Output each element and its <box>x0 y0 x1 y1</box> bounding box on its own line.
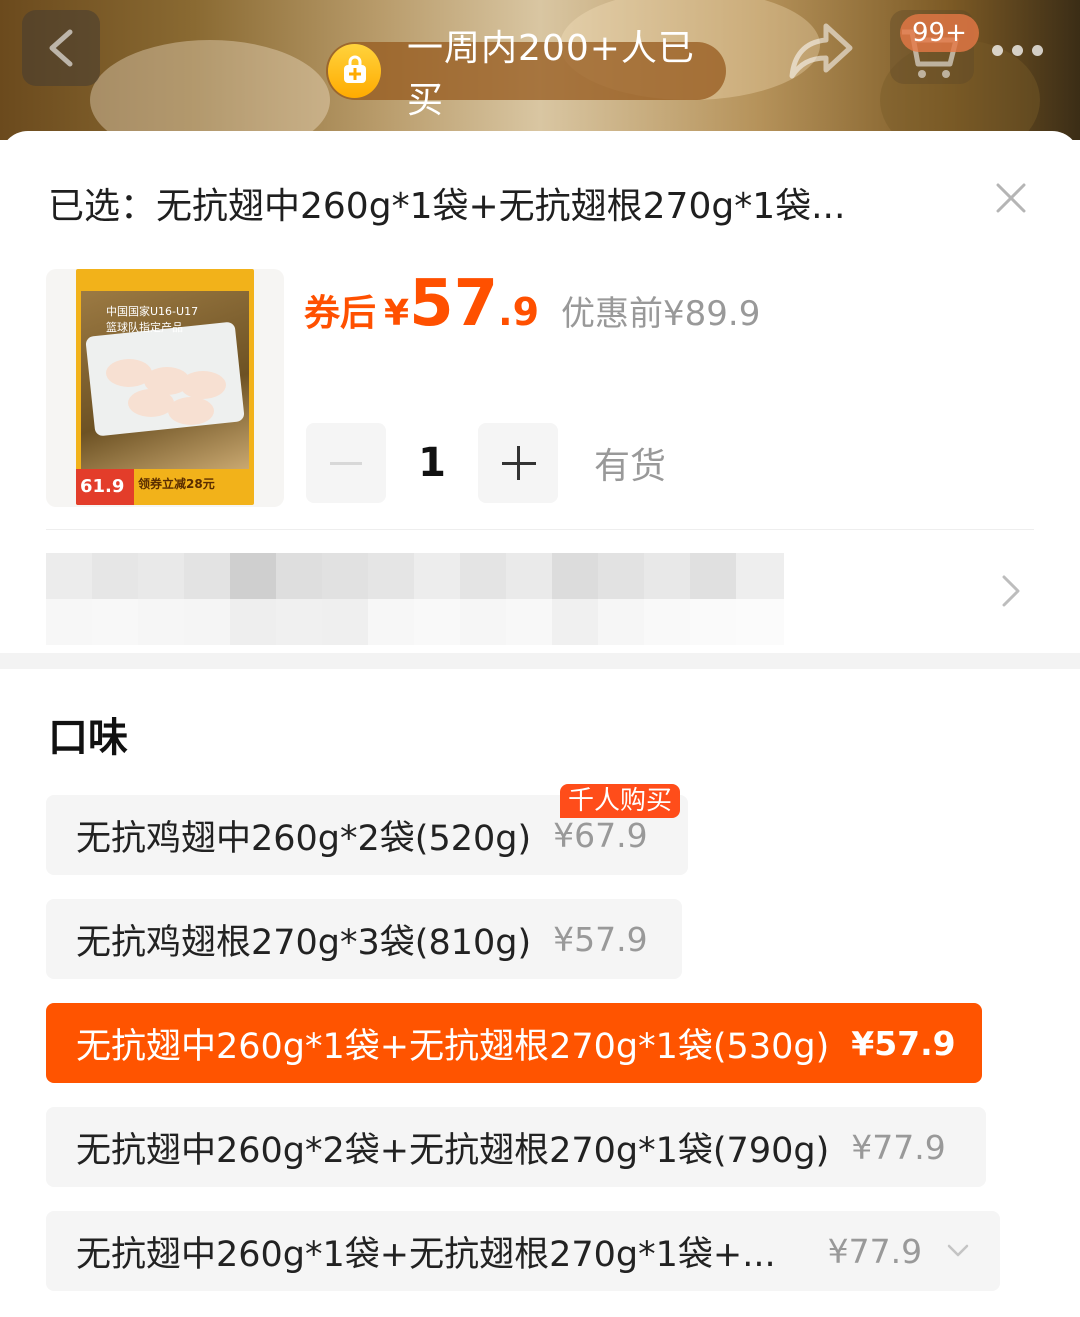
flavor-section-title: 口味 <box>48 715 128 761</box>
option-name: 无抗翅中260g*1袋+无抗翅根270g*1袋(530g) <box>76 1026 830 1067</box>
flavor-option[interactable]: 无抗翅中260g*2袋+无抗翅根270g*1袋(790g) ¥77.9 <box>46 1107 986 1187</box>
product-image: 中国国家U16-U17 篮球队指定产品 61.9 领券立减28元 <box>76 269 254 505</box>
selected-sku-summary: 已选：无抗翅中260g*1袋+无抗翅根270g*1袋... <box>48 186 846 227</box>
product-thumbnail[interactable]: 中国国家U16-U17 篮球队指定产品 61.9 领券立减28元 <box>46 269 284 507</box>
top-nav-bar: 一周内200+人已买 99+ <box>0 0 1080 140</box>
price-row: 券后 ¥ 57 .9 优惠前¥89.9 <box>304 267 761 341</box>
quantity-decrease-button[interactable] <box>306 423 386 503</box>
option-name: 无抗翅中260g*2袋+无抗翅根270g*1袋(790g) <box>76 1130 830 1171</box>
original-price: 优惠前¥89.9 <box>561 294 761 334</box>
option-price: ¥57.9 <box>851 1023 956 1063</box>
product-image-price: 61.9 <box>76 469 134 505</box>
option-name: 无抗鸡翅根270g*3袋(810g) <box>76 922 532 963</box>
back-button[interactable] <box>22 10 100 86</box>
more-dots-icon[interactable] <box>992 40 1052 60</box>
flavor-option-selected[interactable]: 无抗翅中260g*1袋+无抗翅根270g*1袋(530g) ¥57.9 <box>46 1003 982 1083</box>
hot-seller-badge: 千人购买 <box>560 784 681 818</box>
option-price: ¥57.9 <box>553 919 648 959</box>
product-image-caption: 中国国家U16-U17 <box>106 305 199 318</box>
product-image-coupon: 领券立减28元 <box>138 477 215 491</box>
recent-buyers-banner: 一周内200+人已买 <box>326 28 726 121</box>
sku-selection-sheet: 已选：无抗翅中260g*1袋+无抗翅根270g*1袋... 中国国家U16-U1… <box>0 131 1080 1317</box>
flavor-option[interactable]: 无抗翅中260g*1袋+无抗翅根270g*1袋+... ¥77.9 <box>46 1211 1000 1291</box>
quantity-value[interactable]: 1 <box>386 423 478 503</box>
back-arrow-icon <box>49 29 73 67</box>
option-name: 无抗翅中260g*1袋+无抗翅根270g*1袋+... <box>76 1234 776 1275</box>
chevron-down-icon[interactable] <box>946 1243 970 1259</box>
currency-symbol: ¥ <box>384 293 410 334</box>
section-separator <box>0 653 1080 669</box>
shopping-bag-icon <box>328 44 382 98</box>
chevron-right-icon[interactable] <box>998 571 1024 611</box>
redacted-info-row[interactable] <box>46 553 786 647</box>
stock-status: 有货 <box>594 446 667 487</box>
price-integer: 57 <box>409 267 499 341</box>
option-price: ¥77.9 <box>851 1127 946 1167</box>
option-name: 无抗鸡翅中260g*2袋(520g) <box>76 818 532 859</box>
quantity-increase-button[interactable] <box>478 423 558 503</box>
option-price: ¥67.9 <box>553 815 648 855</box>
share-icon[interactable] <box>786 18 856 82</box>
price-decimal: .9 <box>498 290 540 334</box>
cart-count-badge: 99+ <box>900 14 979 52</box>
divider <box>46 529 1034 530</box>
option-price: ¥77.9 <box>827 1231 923 1271</box>
product-image-caption-2: 篮球队指定产品 <box>106 321 183 334</box>
close-icon[interactable] <box>990 177 1032 219</box>
coupon-price-label: 券后 <box>304 293 377 334</box>
buyers-count-text: 一周内200+人已买 <box>407 28 695 121</box>
flavor-option[interactable]: 无抗鸡翅根270g*3袋(810g) ¥57.9 <box>46 899 682 979</box>
